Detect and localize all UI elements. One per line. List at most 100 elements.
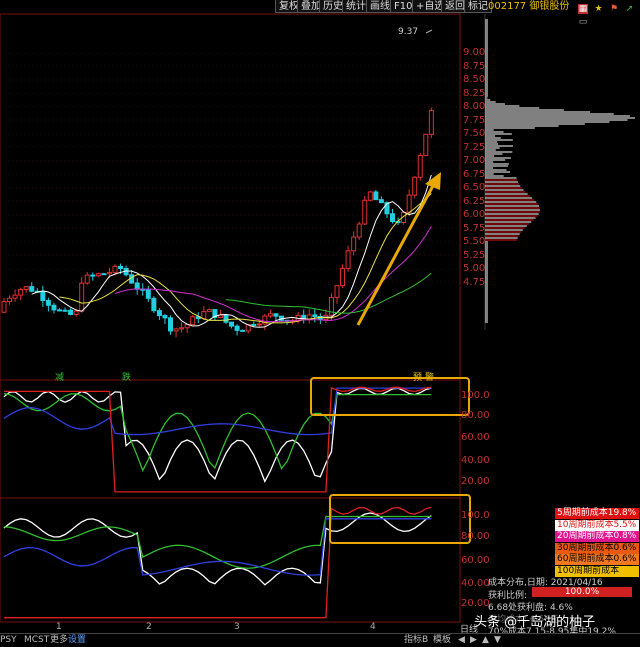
signal-fall: 跌 [122, 373, 132, 383]
candle-body [428, 109, 434, 135]
up-arrow-icon[interactable]: ▲ [482, 635, 489, 646]
price-tick: 6.00 [463, 209, 486, 220]
candle-body [29, 286, 35, 292]
candle-body [156, 310, 162, 317]
candle-body [118, 265, 124, 269]
candle-body [240, 329, 246, 332]
watermark: 头条 @千岛湖的柚子 [474, 615, 596, 630]
indicator2-tick: 40.00 [461, 578, 490, 589]
candle-body [1, 300, 7, 313]
high-marker [425, 29, 433, 34]
right-arrow-icon[interactable]: ▶ [470, 635, 477, 646]
profit-ratio-bar: 100.0% [532, 587, 632, 597]
indicator2-tick: 60.00 [461, 555, 490, 566]
candle-body [367, 191, 373, 201]
candle-body [201, 311, 207, 320]
ind2-blue [3, 518, 432, 576]
month-3: 3 [234, 622, 240, 632]
ind1-red [4, 386, 432, 493]
candle-body [390, 213, 395, 222]
candle-body [412, 176, 418, 196]
price-tick: 7.25 [463, 141, 486, 153]
candle-body [145, 289, 151, 299]
tab-settings[interactable]: 设置 [68, 635, 86, 646]
left-arrow-icon[interactable]: ◀ [458, 635, 465, 646]
month-4: 4 [370, 622, 376, 632]
candle-body [362, 199, 368, 225]
price-tick: 8.75 [463, 60, 486, 72]
cost-legend-item: 10周期前成本5.5% [555, 519, 639, 531]
high-price-label: 9.37 [398, 27, 419, 37]
candle-body [7, 297, 13, 302]
candle-body [273, 313, 279, 317]
candle-body [406, 194, 412, 213]
price-tick: 8.25 [463, 87, 486, 99]
kline-chart[interactable] [0, 0, 640, 646]
candle-body [62, 309, 68, 312]
candle-body [106, 271, 112, 275]
price-tick: 6.25 [463, 195, 486, 207]
candle-body [23, 286, 29, 291]
price-tick: 7.75 [463, 114, 486, 126]
price-tick: 7.50 [463, 128, 486, 139]
candle-body [423, 133, 429, 156]
tab-mcst[interactable]: MCST [24, 635, 49, 646]
price-tick: 5.50 [463, 236, 486, 247]
candle-body [251, 323, 257, 326]
ma60-line [225, 272, 432, 314]
indicator2-tick: 80.00 [461, 531, 490, 542]
candle-body [345, 250, 351, 270]
trend-arrow [356, 181, 437, 326]
indicator1-panel [0, 379, 461, 499]
bottom-bar: PSY MCST 更多 设置 指标B 模板 ◀ ▶ ▲ ▼ [0, 633, 640, 647]
candle-body [312, 314, 318, 318]
template-button[interactable]: 模板 [433, 635, 451, 646]
candle-body [73, 310, 79, 315]
candle-body [351, 236, 357, 252]
candle-body [68, 309, 74, 315]
price-tick: 5.25 [463, 249, 486, 261]
price-tick: 9.00 [463, 47, 486, 58]
candle-body [12, 294, 18, 299]
candle-body [378, 199, 384, 204]
price-tick: 7.00 [463, 155, 486, 166]
cost-legend-item: 30周期前成本0.6% [555, 542, 639, 554]
price-tick: 5.00 [463, 263, 486, 274]
indicator1-tick: 20.00 [461, 476, 490, 487]
indicator1-tick: 100.0 [461, 390, 490, 401]
signal-warn: 警 [425, 373, 435, 383]
candle-body [256, 323, 262, 326]
candle-body [417, 154, 423, 178]
price-tick: 6.75 [463, 168, 486, 180]
candle-body [267, 313, 273, 317]
candle-body [18, 289, 24, 296]
candle-body [334, 285, 340, 298]
candle-body [234, 325, 240, 331]
candle-body [101, 273, 107, 276]
candle-body [79, 282, 85, 312]
indicator2-tick: 100.0 [461, 510, 490, 521]
candle-body [373, 191, 379, 201]
candle-body [134, 282, 140, 290]
ind1-white [3, 387, 432, 483]
price-tick: 6.50 [463, 182, 486, 193]
price-tick: 8.00 [463, 101, 486, 112]
tab-psy[interactable]: PSY [0, 635, 17, 646]
candle-body [206, 309, 212, 313]
ind2-white [3, 512, 432, 586]
indicator-b-button[interactable]: 指标B [404, 635, 428, 646]
tab-more[interactable]: 更多 [50, 635, 68, 646]
candle-body [229, 321, 235, 327]
candle-body [151, 297, 157, 312]
price-tick: 4.75 [463, 276, 486, 288]
candle-body [57, 309, 62, 312]
candle-body [40, 291, 46, 302]
candle-body [84, 274, 90, 284]
candle-body [356, 223, 362, 238]
candle-body [190, 316, 196, 326]
candle-body [168, 317, 173, 332]
candle-body [90, 274, 96, 277]
down-arrow-icon[interactable]: ▼ [494, 635, 501, 646]
month-1: 1 [56, 622, 62, 632]
cost-legend-item: 20周期前成本0.8% [555, 531, 639, 542]
